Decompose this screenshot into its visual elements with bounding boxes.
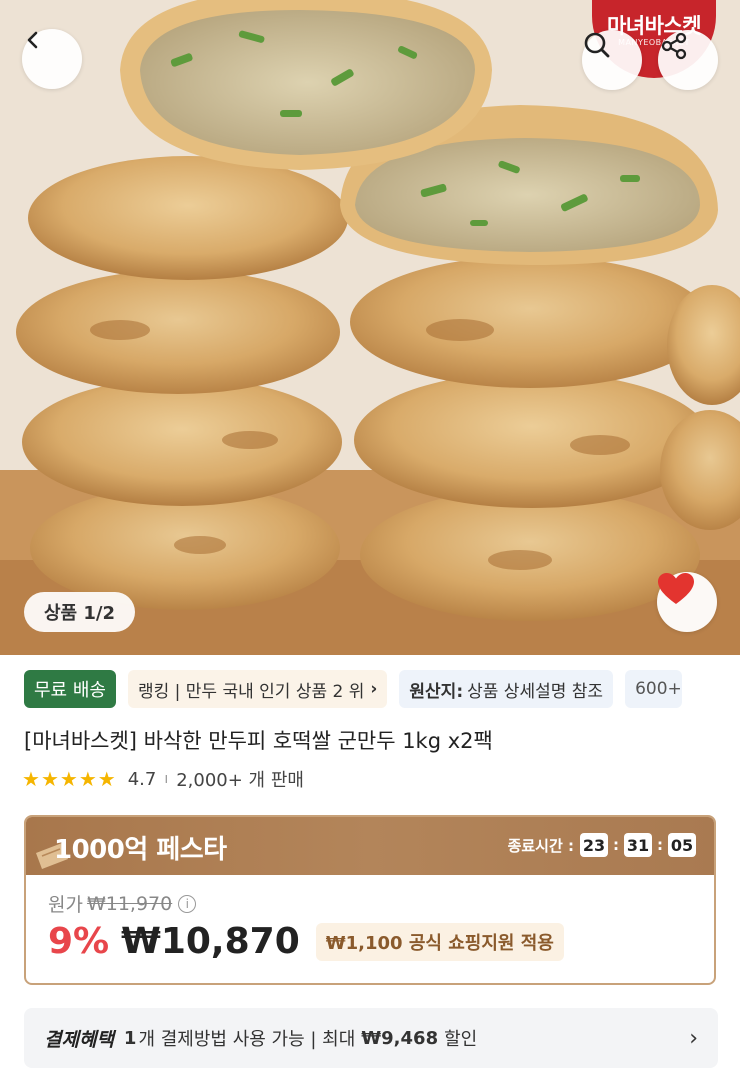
sales-count: 2,000+ 개 판매: [176, 770, 304, 791]
timer-minutes: 31: [624, 833, 652, 857]
free-shipping-badge: 무료 배송: [24, 670, 116, 708]
sale-price: ₩10,870: [121, 921, 300, 962]
original-price-row: 원가 ₩11,970 i: [48, 890, 197, 917]
timer-colon: :: [657, 836, 663, 854]
shopping-support-badge: ₩1,100 공식 쇼핑지원 적용: [315, 922, 564, 961]
image-counter: 상품 1/2: [24, 592, 136, 632]
benefit-text-end: 할인: [444, 1029, 478, 1050]
product-image[interactable]: 마녀바스켓 MANYEOBASKET 상품 1/2: [0, 0, 740, 655]
share-button[interactable]: [658, 30, 718, 90]
chevron-right-icon: ›: [370, 679, 378, 699]
star-icon: ★: [40, 767, 59, 791]
benefit-count: 1: [123, 1027, 137, 1049]
separator: ı: [164, 771, 169, 787]
search-icon: [584, 32, 610, 58]
product-title: [마녀바스켓] 바삭한 만두피 호떡쌀 군만두 1kg x2팩: [24, 729, 493, 753]
promo-title: 1000억 페스타: [54, 835, 227, 865]
search-button[interactable]: [582, 30, 642, 90]
benefit-text: 개 결제방법 사용 가능 | 최대: [138, 1029, 356, 1050]
timer-colon: :: [613, 836, 619, 854]
star-icon: ★: [22, 767, 40, 791]
star-rating: ★ ★ ★ ★ ★: [22, 769, 116, 789]
origin-value: 상품 상세설명 참조: [467, 681, 604, 702]
payment-benefit-bar[interactable]: 결제혜택 1 개 결제방법 사용 가능 | 최대 ₩9,468 할인 ›: [24, 1008, 718, 1068]
original-price: ₩11,970: [86, 892, 173, 915]
ranking-tag[interactable]: 랭킹 | 만두 국내 인기 상품 2 위 ›: [127, 670, 388, 708]
share-icon: [661, 32, 687, 60]
dumpling-illustration: [0, 0, 740, 655]
info-icon[interactable]: i: [178, 894, 197, 913]
tag-row: 무료 배송 랭킹 | 만두 국내 인기 상품 2 위 › 원산지: 상품 상세설…: [24, 670, 682, 708]
heart-icon: [658, 573, 694, 604]
chevron-right-icon: ›: [689, 1025, 698, 1051]
star-icon: ★: [59, 767, 78, 791]
back-button[interactable]: [22, 29, 82, 89]
rating-value: 4.7: [127, 768, 157, 790]
promo-box: 1000억 페스타 종료시간 : 23 : 31 : 05 원가 ₩11,970…: [24, 815, 716, 985]
promo-header: 1000억 페스타 종료시간 : 23 : 31 : 05: [26, 817, 714, 875]
benefit-label: 결제혜택: [44, 1028, 114, 1051]
timer-hours: 23: [580, 833, 608, 857]
wishlist-button[interactable]: [657, 572, 717, 632]
chevron-left-icon: [27, 31, 38, 49]
star-icon: ★: [78, 767, 97, 791]
origin-tag: 원산지: 상품 상세설명 참조: [399, 670, 614, 708]
countdown-timer: 종료시간 : 23 : 31 : 05: [508, 833, 696, 857]
rating-row[interactable]: ★ ★ ★ ★ ★ 4.7 ı 2,000+ 개 판매: [22, 766, 304, 792]
more-tag: 600+: [625, 670, 682, 708]
timer-label: 종료시간 :: [507, 836, 574, 855]
discount-percent: 9%: [48, 921, 110, 962]
benefit-max-amount: ₩9,468: [361, 1027, 439, 1049]
origin-label: 원산지:: [409, 681, 464, 702]
price-row: 9% ₩10,870 ₩1,100 공식 쇼핑지원 적용: [48, 921, 564, 962]
original-price-label: 원가: [48, 894, 83, 916]
timer-seconds: 05: [668, 833, 696, 857]
ranking-text: 랭킹 | 만두 국내 인기 상품 2 위: [137, 681, 365, 702]
star-half-icon: ★: [97, 767, 116, 791]
